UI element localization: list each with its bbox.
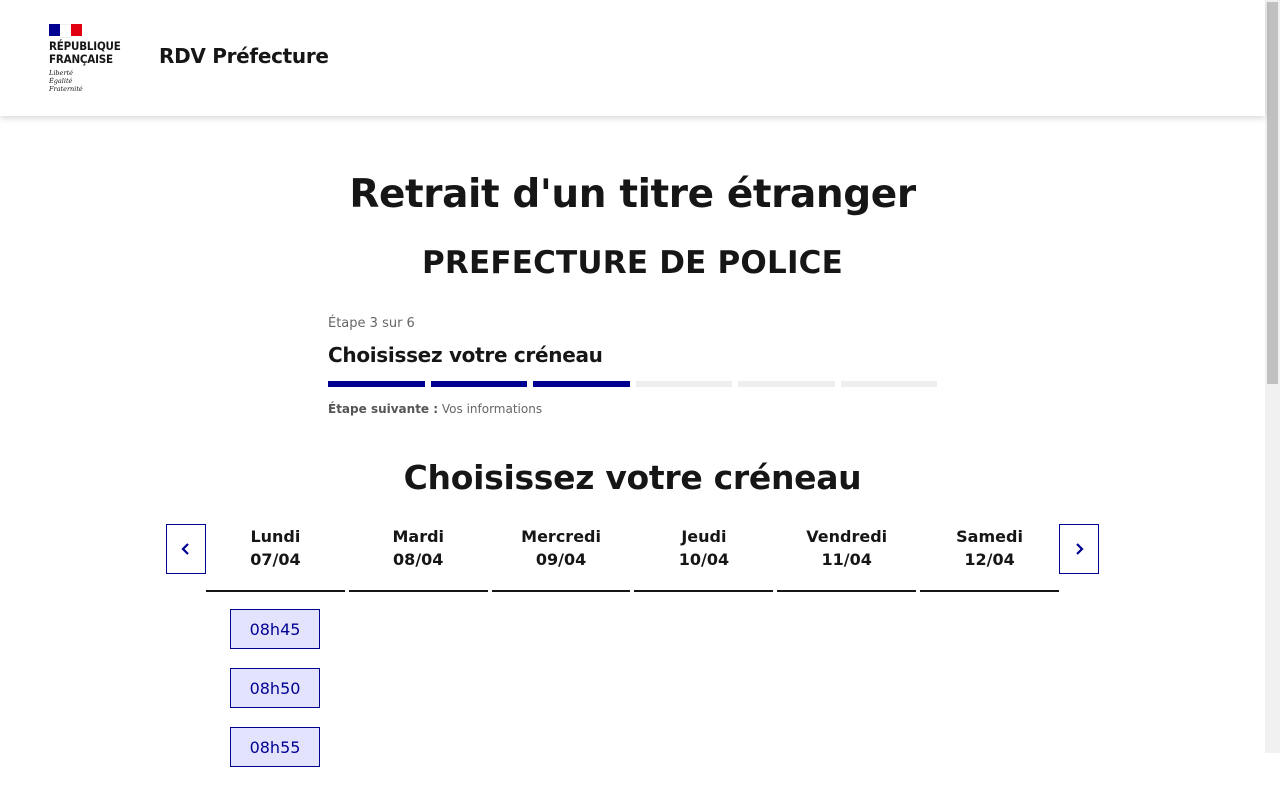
- day-column-header: Jeudi 10/04: [634, 524, 774, 592]
- day-date: 07/04: [250, 550, 301, 569]
- stepper-state: Étape 3 sur 6: [328, 316, 415, 331]
- day-date: 10/04: [678, 550, 730, 569]
- day-date: 11/04: [821, 550, 872, 569]
- day-name: Samedi: [956, 527, 1023, 546]
- step-bar-3: [533, 381, 630, 387]
- stepper: Étape 3 sur 6 Choisissez votre créneau É…: [328, 316, 937, 416]
- time-slot-button[interactable]: 08h55: [230, 727, 320, 767]
- logo-line-2: FRANÇAISE: [49, 52, 113, 66]
- day-name: Lundi: [250, 527, 301, 546]
- day-name: Jeudi: [681, 527, 727, 546]
- service-title[interactable]: RDV Préfecture: [159, 44, 329, 68]
- day-column-header: Samedi 12/04: [920, 524, 1059, 592]
- chevron-right-icon: [1076, 543, 1084, 555]
- day-name: Vendredi: [806, 527, 888, 546]
- step-bar-6: [840, 381, 937, 387]
- step-bar-5: [738, 381, 835, 387]
- motto-liberte: Liberté: [49, 69, 73, 77]
- page-title: Retrait d'un titre étranger: [349, 172, 916, 217]
- step-bar-4: [635, 381, 732, 387]
- site-header: RÉPUBLIQUE FRANÇAISE Liberté Égalité Fra…: [0, 0, 1265, 116]
- time-slot-button[interactable]: 08h45: [230, 609, 320, 649]
- time-slot-button[interactable]: 08h50: [230, 668, 320, 708]
- day-date: 08/04: [393, 550, 444, 569]
- page-scrollbar[interactable]: [1265, 0, 1280, 753]
- day-date: 12/04: [964, 550, 1015, 569]
- slot-section-title: Choisissez votre créneau: [403, 458, 862, 497]
- day-column-header: Vendredi 11/04: [777, 524, 917, 592]
- previous-week-button[interactable]: [166, 524, 206, 574]
- day-column-header: Mardi 08/04: [348, 524, 488, 592]
- calendar-days: Lundi 07/04 Mardi 08/04 Mercredi 09/04 J…: [206, 524, 1059, 592]
- stepper-title: Choisissez votre créneau: [328, 343, 603, 367]
- next-step-value: Vos informations: [441, 402, 543, 416]
- day-name: Mardi: [392, 527, 445, 546]
- stepper-next-step: Étape suivante : Vos informations: [328, 402, 937, 416]
- republique-francaise-logo[interactable]: RÉPUBLIQUE FRANÇAISE Liberté Égalité Fra…: [49, 24, 139, 96]
- monday-slots: 08h45 08h50 08h55: [230, 609, 320, 786]
- prefecture-name: PREFECTURE DE POLICE: [421, 245, 844, 281]
- logo-motto: Liberté Égalité Fraternité: [49, 69, 83, 93]
- scrollbar-thumb[interactable]: [1267, 2, 1278, 384]
- motto-egalite: Égalité: [49, 77, 73, 85]
- marianne-flag-icon: [49, 24, 82, 38]
- chevron-left-icon: [181, 543, 189, 555]
- stepper-progress: [328, 381, 937, 387]
- day-column-header: Lundi 07/04: [206, 524, 345, 592]
- day-name: Mercredi: [521, 527, 601, 546]
- motto-fraternite: Fraternité: [49, 85, 83, 93]
- next-step-label: Étape suivante :: [328, 402, 439, 416]
- day-column-header: Mercredi 09/04: [491, 524, 631, 592]
- next-week-button[interactable]: [1059, 524, 1099, 574]
- step-bar-1: [328, 381, 425, 387]
- day-date: 09/04: [535, 550, 587, 569]
- step-bar-2: [430, 381, 527, 387]
